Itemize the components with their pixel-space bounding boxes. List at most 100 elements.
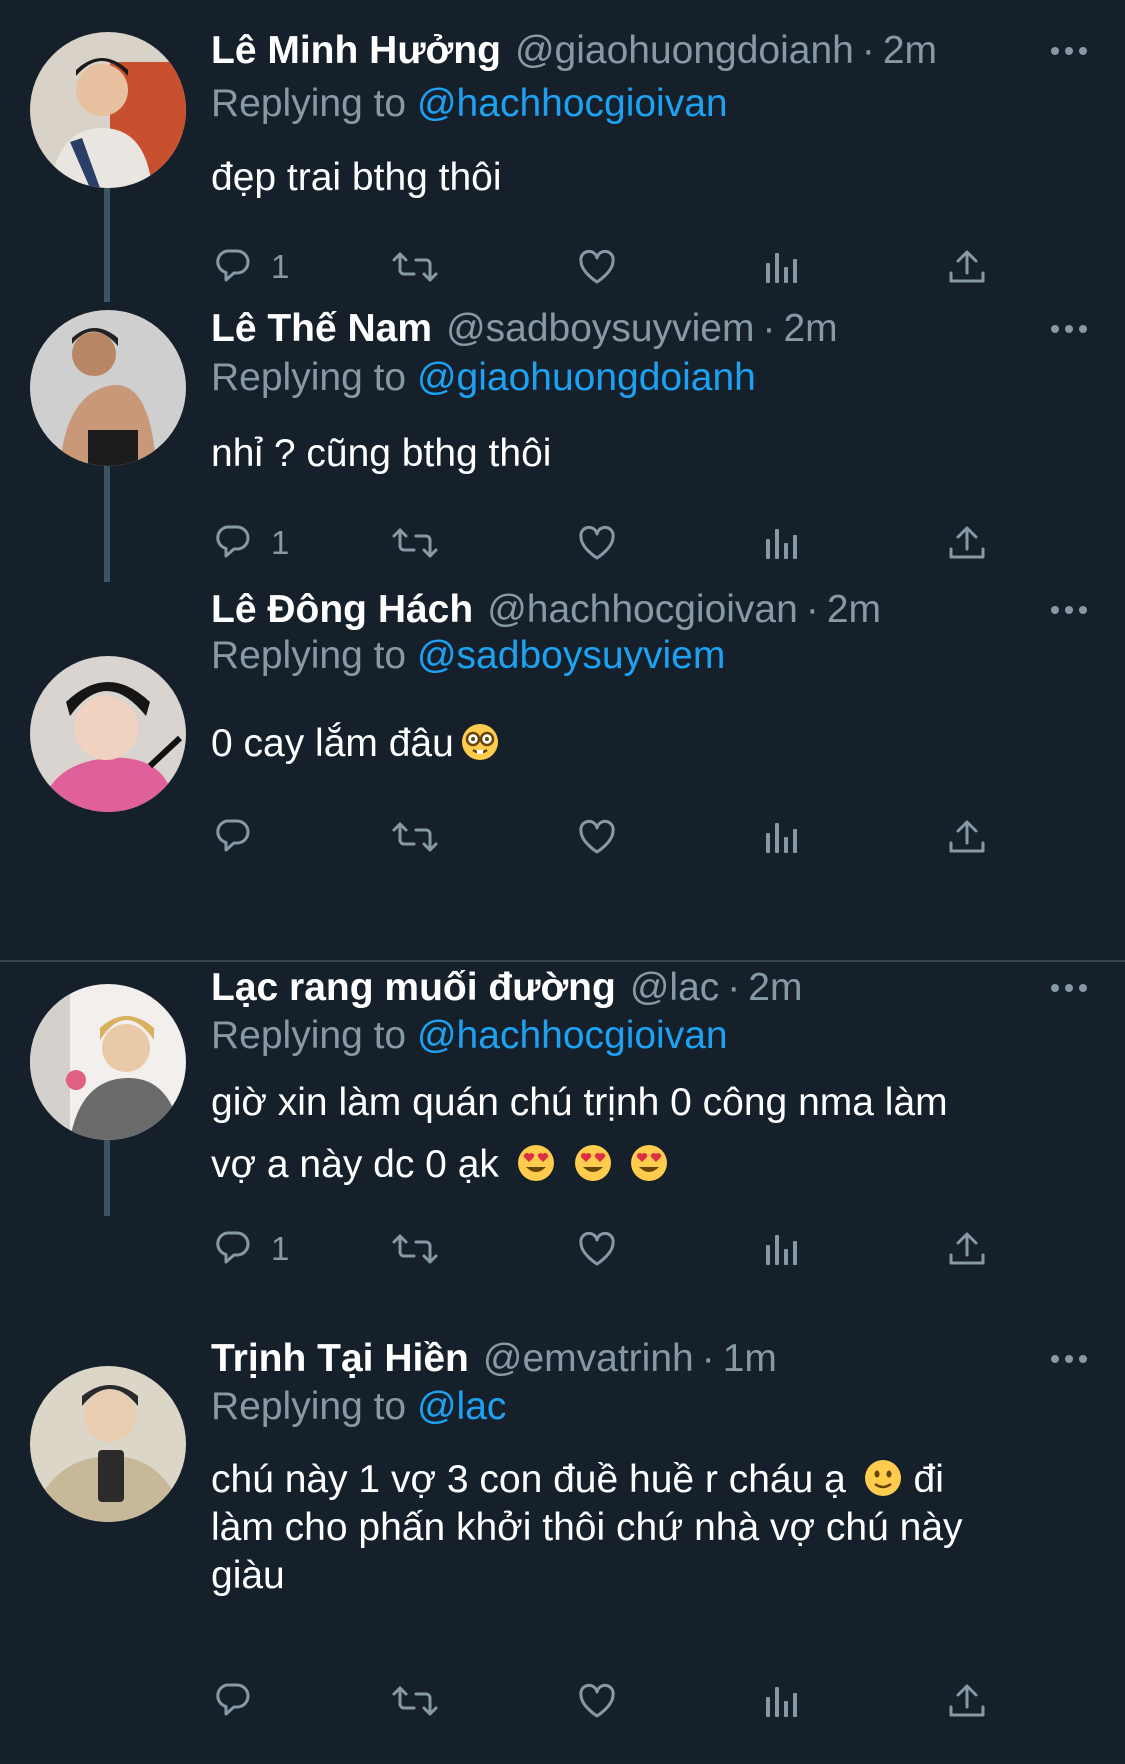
action-bar: 1 — [211, 1219, 991, 1279]
retweet-button[interactable] — [391, 237, 441, 297]
retweet-icon — [392, 1234, 438, 1264]
like-button[interactable] — [577, 807, 619, 867]
analytics-icon — [766, 823, 797, 853]
avatar[interactable] — [30, 656, 186, 812]
user-handle[interactable]: @sadboysuyviem — [446, 307, 754, 351]
analytics-button[interactable] — [764, 1671, 800, 1731]
like-icon — [579, 525, 615, 560]
display-name[interactable]: Lê Thế Nam — [211, 307, 432, 351]
tweet-text-line: chú này 1 vợ 3 con đuề huề r cháu ạ đi — [211, 1456, 1071, 1504]
analytics-button[interactable] — [764, 1219, 800, 1279]
user-handle[interactable]: @lac — [630, 966, 719, 1010]
retweet-button[interactable] — [391, 1219, 441, 1279]
tweet-text: nhỉ ? cũng bthg thôi — [211, 432, 552, 475]
reply-button[interactable]: 1 — [213, 237, 289, 297]
heart-eyes-emoji — [631, 1145, 668, 1181]
separator-dot: · — [805, 588, 819, 631]
heart-eyes-emoji — [574, 1145, 611, 1181]
display-name[interactable]: Lê Đông Hách — [211, 588, 473, 632]
avatar[interactable] — [30, 310, 186, 466]
share-button[interactable] — [947, 513, 987, 573]
reply-button[interactable] — [213, 1671, 261, 1731]
tweet-text-content: chú này 1 vợ 3 con đuề huề r cháu ạ — [211, 1458, 846, 1501]
timestamp[interactable]: 2m — [748, 966, 802, 1010]
like-button[interactable] — [577, 237, 619, 297]
replying-label: Replying to — [211, 1014, 407, 1057]
share-button[interactable] — [947, 237, 987, 297]
tweet-header: Trịnh Tại Hiền @emvatrinh · 1m — [211, 1331, 1105, 1387]
reply-icon — [216, 819, 250, 852]
reply-icon — [216, 1683, 250, 1716]
tweet[interactable]: Lạc rang muối đường @lac · 2m Replying t… — [0, 962, 1125, 1332]
action-bar — [211, 807, 991, 867]
share-button[interactable] — [947, 1671, 987, 1731]
avatar[interactable] — [30, 984, 186, 1140]
like-button[interactable] — [577, 1671, 619, 1731]
tweet[interactable]: Lê Đông Hách @hachhocgioivan · 2m Replyi… — [0, 580, 1125, 960]
user-handle[interactable]: @giaohuongdoianh — [515, 29, 854, 73]
analytics-icon — [766, 529, 797, 559]
display-name[interactable]: Lê Minh Hưởng — [211, 29, 501, 73]
analytics-button[interactable] — [764, 513, 800, 573]
tweet-text-content: đi — [913, 1458, 944, 1501]
more-icon[interactable] — [1043, 582, 1095, 638]
share-button[interactable] — [947, 807, 987, 867]
tweet-header: Lê Thế Nam @sadboysuyviem · 2m — [211, 301, 1105, 357]
more-icon[interactable] — [1043, 301, 1095, 357]
reply-count: 1 — [271, 524, 290, 561]
timestamp[interactable]: 2m — [883, 29, 937, 73]
share-button[interactable] — [947, 1219, 987, 1279]
tweet[interactable]: Trịnh Tại Hiền @emvatrinh · 1m Replying … — [0, 1332, 1125, 1764]
reply-count: 1 — [271, 1230, 290, 1267]
more-icon[interactable] — [1043, 23, 1095, 79]
reply-button[interactable]: 1 — [213, 1219, 289, 1279]
retweet-button[interactable] — [391, 807, 441, 867]
timestamp[interactable]: 2m — [827, 588, 881, 632]
analytics-button[interactable] — [764, 807, 800, 867]
analytics-icon — [766, 253, 797, 283]
more-icon[interactable] — [1043, 960, 1095, 1016]
timestamp[interactable]: 1m — [723, 1337, 777, 1381]
avatar[interactable] — [30, 32, 186, 188]
like-icon — [579, 1683, 615, 1718]
mention-link[interactable]: @sadboysuyviem — [417, 634, 725, 677]
mention-link[interactable]: @lac — [417, 1385, 506, 1428]
reply-button[interactable] — [213, 807, 261, 867]
tweet-text: chú này 1 vợ 3 con đuề huề r cháu ạ đi l… — [211, 1456, 1071, 1600]
action-bar: 1 — [211, 513, 991, 573]
like-icon — [579, 249, 615, 284]
mention-link[interactable]: @hachhocgioivan — [417, 82, 728, 125]
avatar[interactable] — [30, 1366, 186, 1522]
tweet-header: Lạc rang muối đường @lac · 2m — [211, 960, 1105, 1016]
replying-label: Replying to — [211, 356, 407, 399]
mention-link[interactable]: @hachhocgioivan — [417, 1014, 728, 1057]
share-icon — [949, 1684, 985, 1717]
tweet-text-line: giàu — [211, 1554, 285, 1597]
timestamp[interactable]: 2m — [783, 307, 837, 351]
like-button[interactable] — [577, 513, 619, 573]
retweet-button[interactable] — [391, 1671, 441, 1731]
share-icon — [949, 820, 985, 853]
reply-button[interactable]: 1 — [213, 513, 289, 573]
retweet-button[interactable] — [391, 513, 441, 573]
analytics-icon — [766, 1235, 797, 1265]
retweet-icon — [392, 1686, 438, 1716]
like-button[interactable] — [577, 1219, 619, 1279]
tweet[interactable]: Lê Minh Hưởng @giaohuongdoianh · 2m Repl… — [0, 0, 1125, 302]
tweet[interactable]: Lê Thế Nam @sadboysuyviem · 2m Replying … — [0, 302, 1125, 580]
mention-link[interactable]: @giaohuongdoianh — [417, 356, 756, 399]
share-icon — [949, 1232, 985, 1265]
retweet-icon — [392, 252, 438, 282]
separator-dot: · — [762, 307, 776, 350]
user-handle[interactable]: @emvatrinh — [483, 1337, 694, 1381]
tweet-header: Lê Đông Hách @hachhocgioivan · 2m — [211, 582, 1105, 638]
heart-eyes-emoji — [517, 1145, 554, 1181]
display-name[interactable]: Trịnh Tại Hiền — [211, 1337, 469, 1381]
more-icon[interactable] — [1043, 1331, 1095, 1387]
reply-count: 1 — [271, 248, 290, 285]
user-handle[interactable]: @hachhocgioivan — [487, 588, 798, 632]
action-bar — [211, 1671, 991, 1731]
display-name[interactable]: Lạc rang muối đường — [211, 966, 616, 1010]
replying-to: Replying to @sadboysuyviem — [211, 634, 725, 678]
analytics-button[interactable] — [764, 237, 800, 297]
